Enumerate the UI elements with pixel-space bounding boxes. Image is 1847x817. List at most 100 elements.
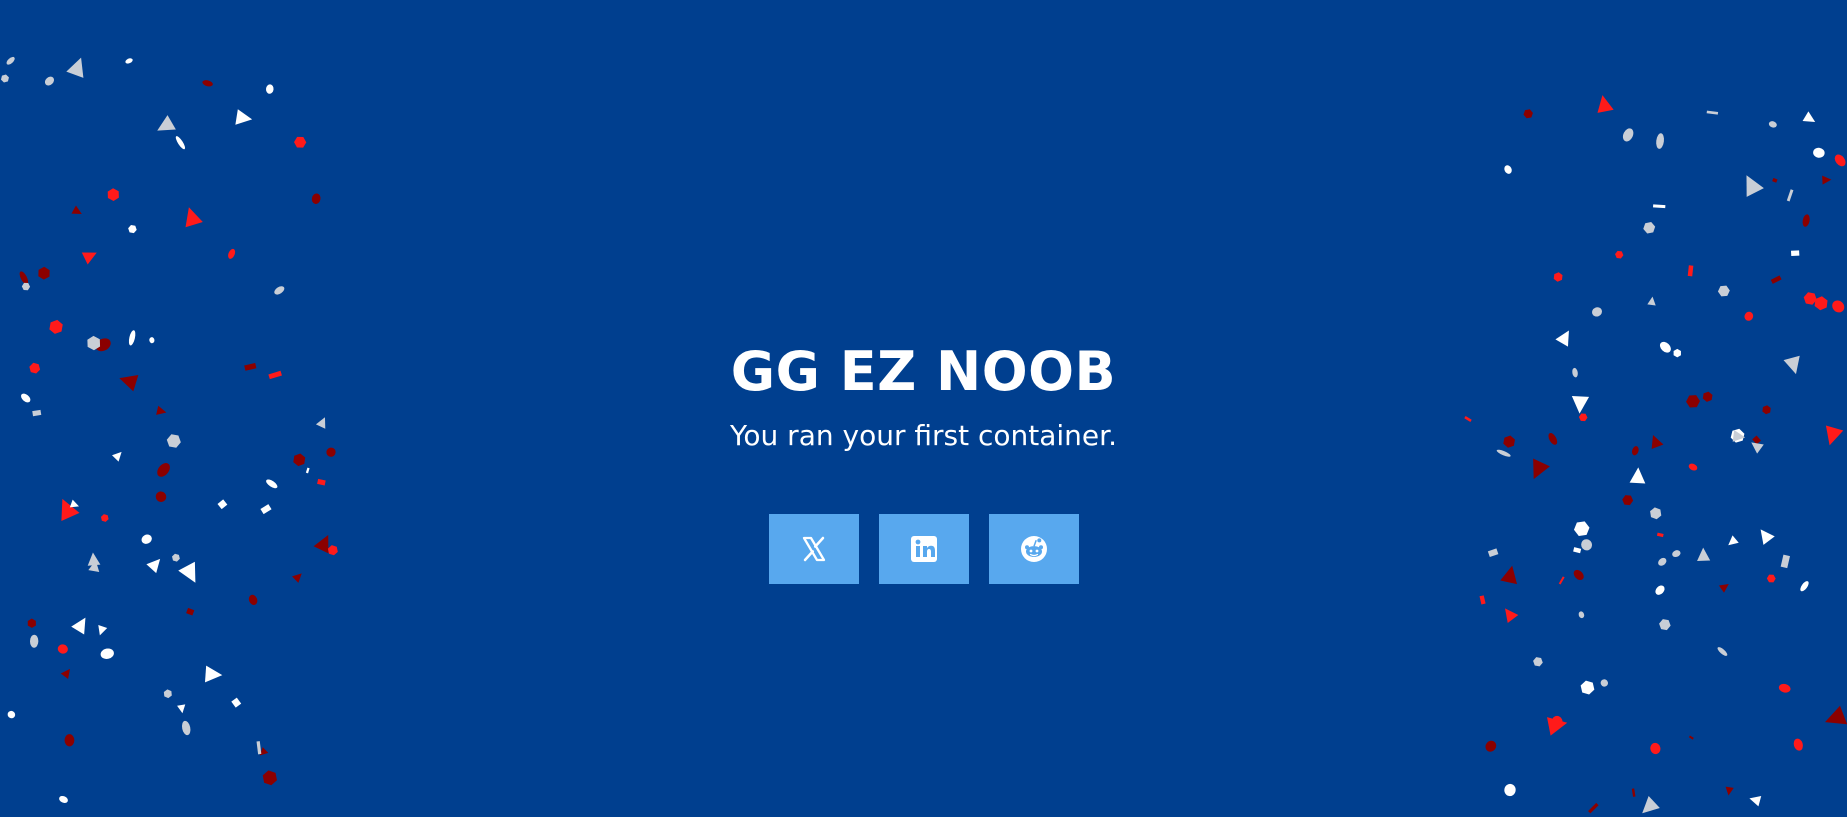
subtitle: You ran your first container.	[730, 419, 1117, 452]
confetti-piece	[1555, 330, 1569, 347]
confetti-piece	[177, 704, 186, 714]
confetti-piece	[163, 689, 172, 699]
confetti-piece	[186, 607, 195, 616]
confetti-piece	[259, 747, 269, 756]
confetti-piece	[1717, 647, 1728, 656]
confetti-piece	[1832, 300, 1845, 313]
confetti-piece	[181, 720, 191, 736]
x-logo-icon	[802, 536, 825, 562]
confetti-piece	[1688, 735, 1694, 740]
confetti-piece	[1533, 657, 1543, 667]
confetti-piece	[1647, 296, 1656, 306]
confetti-piece	[1642, 796, 1660, 814]
headline: GG EZ NOOB	[730, 340, 1117, 403]
confetti-piece	[1770, 275, 1782, 284]
confetti-piece	[1813, 147, 1825, 158]
confetti-piece	[1479, 595, 1486, 605]
confetti-piece	[1523, 109, 1533, 119]
share-on-linkedin-button[interactable]	[878, 513, 969, 584]
confetti-piece	[1485, 740, 1497, 752]
confetti-piece	[1597, 95, 1614, 113]
confetti-piece	[1790, 250, 1800, 257]
share-on-x-button[interactable]	[768, 513, 859, 584]
confetti-piece	[1778, 683, 1791, 693]
confetti-piece	[1746, 175, 1764, 197]
message-panel: GG EZ NOOB You ran your first container.	[0, 345, 1847, 584]
confetti-piece	[100, 648, 114, 659]
confetti-piece	[44, 76, 55, 86]
confetti-piece	[1656, 133, 1664, 149]
confetti-piece	[1622, 128, 1634, 142]
reddit-logo-icon	[1020, 535, 1047, 562]
confetti-piece	[1717, 285, 1730, 297]
linkedin-logo-icon	[910, 535, 937, 562]
confetti-piece	[57, 644, 68, 654]
confetti-piece	[1643, 222, 1656, 234]
confetti-piece	[204, 665, 223, 683]
confetti-piece	[231, 697, 242, 708]
confetti-piece	[274, 286, 285, 295]
confetti-piece	[1768, 121, 1777, 128]
confetti-piece	[38, 266, 50, 280]
confetti-piece	[185, 207, 203, 228]
confetti-piece	[1725, 786, 1734, 796]
share-buttons	[0, 513, 1847, 584]
confetti-piece	[1600, 679, 1609, 687]
confetti-piece	[107, 188, 119, 201]
confetti-piece	[128, 330, 136, 346]
share-on-reddit-button[interactable]	[988, 513, 1079, 584]
confetti-piece	[21, 282, 31, 291]
confetti-piece	[1588, 802, 1599, 814]
celebration-page: GG EZ NOOB You ran your first container.	[0, 0, 1847, 817]
confetti-piece	[1749, 795, 1762, 807]
confetti-piece	[262, 770, 277, 786]
confetti-piece	[125, 58, 133, 64]
confetti-piece	[157, 115, 176, 131]
confetti-piece	[1744, 311, 1754, 321]
confetti-piece	[19, 271, 29, 285]
confetti-piece	[1652, 204, 1666, 209]
confetti-piece	[1793, 738, 1803, 751]
confetti-piece	[59, 795, 68, 803]
confetti-piece	[149, 337, 155, 344]
confetti-piece	[1687, 265, 1694, 277]
confetti-piece	[7, 710, 16, 719]
confetti-piece	[60, 668, 70, 680]
confetti-piece	[294, 136, 307, 148]
confetti-piece	[1706, 110, 1719, 115]
confetti-piece	[1772, 177, 1778, 183]
confetti-piece	[64, 734, 75, 747]
confetti-piece	[128, 224, 137, 234]
confetti-piece	[1803, 292, 1817, 305]
confetti-piece	[1631, 788, 1636, 797]
confetti-piece	[1504, 783, 1516, 797]
confetti-piece	[248, 594, 258, 605]
confetti-piece	[1591, 307, 1603, 317]
confetti-piece	[6, 56, 15, 65]
confetti-piece	[1802, 214, 1810, 227]
confetti-piece	[228, 248, 236, 259]
confetti-piece	[1650, 742, 1661, 755]
confetti-piece	[1825, 705, 1847, 725]
confetti-piece	[71, 205, 82, 215]
confetti-piece	[1802, 111, 1816, 123]
confetti-piece	[1659, 619, 1671, 631]
confetti-piece	[1615, 250, 1624, 259]
confetti-piece	[1786, 189, 1794, 202]
confetti-piece	[71, 617, 86, 635]
confetti-piece	[1551, 715, 1563, 727]
confetti-piece	[1655, 585, 1665, 595]
confetti-piece	[1553, 272, 1563, 282]
confetti-piece	[1580, 680, 1595, 695]
confetti-piece	[266, 84, 274, 94]
confetti-piece	[29, 634, 39, 648]
confetti-piece	[49, 319, 63, 334]
confetti-piece	[256, 741, 262, 755]
confetti-piece	[66, 57, 84, 78]
confetti-piece	[1578, 611, 1585, 619]
confetti-piece	[1822, 175, 1832, 185]
confetti-piece	[1505, 608, 1519, 623]
confetti-piece	[1504, 165, 1512, 174]
confetti-piece	[27, 618, 36, 628]
confetti-piece	[1834, 154, 1846, 167]
